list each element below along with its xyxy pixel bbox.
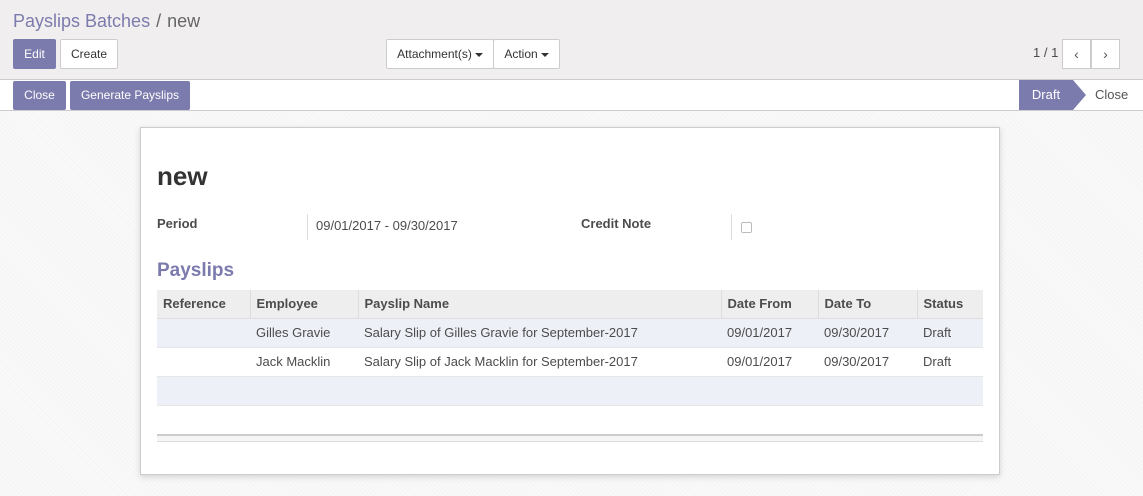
table-header-row: Reference Employee Payslip Name Date Fro… bbox=[157, 290, 983, 319]
cell-status: Draft bbox=[917, 318, 983, 348]
period-value: 09/01/2017 - 09/30/2017 bbox=[316, 218, 458, 233]
record-title: new bbox=[157, 161, 208, 191]
stage-draft[interactable]: Draft bbox=[1019, 80, 1073, 110]
field-divider bbox=[307, 214, 308, 240]
cell-date-to: 09/30/2017 bbox=[818, 347, 917, 377]
attachments-label: Attachment(s) bbox=[397, 47, 472, 61]
generate-payslips-button[interactable]: Generate Payslips bbox=[70, 81, 190, 110]
cell-status: Draft bbox=[917, 347, 983, 377]
statusbar: Close Generate Payslips Draft Close bbox=[0, 79, 1143, 111]
column-header-date-from[interactable]: Date From bbox=[720, 290, 818, 319]
column-header-employee[interactable]: Employee bbox=[249, 290, 358, 319]
pager-previous-button[interactable]: ‹ bbox=[1062, 39, 1091, 69]
cell-payslip-name: Salary Slip of Jack Macklin for Septembe… bbox=[358, 347, 721, 377]
chevron-left-icon: ‹ bbox=[1074, 46, 1079, 62]
cell-employee: Jack Macklin bbox=[250, 347, 358, 377]
attachments-dropdown[interactable]: Attachment(s) bbox=[386, 39, 494, 69]
field-divider bbox=[731, 214, 732, 240]
chevron-right-icon: › bbox=[1103, 46, 1108, 62]
stage-close[interactable]: Close bbox=[1083, 80, 1140, 110]
cell-date-from: 09/01/2017 bbox=[721, 318, 818, 348]
form-sheet: new Period 09/01/2017 - 09/30/2017 Credi… bbox=[140, 127, 1000, 475]
close-batch-button[interactable]: Close bbox=[13, 81, 66, 110]
breadcrumb-parent-link[interactable]: Payslips Batches bbox=[13, 11, 150, 32]
payslips-table: Reference Employee Payslip Name Date Fro… bbox=[157, 290, 983, 406]
pager-next-button[interactable]: › bbox=[1091, 39, 1120, 69]
cell-employee: Gilles Gravie bbox=[250, 318, 358, 348]
column-header-payslip-name[interactable]: Payslip Name bbox=[357, 290, 721, 319]
caret-down-icon bbox=[540, 52, 549, 57]
create-button[interactable]: Create bbox=[60, 39, 118, 69]
column-header-reference[interactable]: Reference bbox=[157, 290, 250, 319]
payslips-section-title: Payslips bbox=[157, 260, 235, 281]
breadcrumb-current: new bbox=[167, 11, 201, 31]
breadcrumb-separator: / bbox=[156, 11, 162, 31]
credit-note-label: Credit Note bbox=[581, 216, 652, 231]
empty-cell bbox=[157, 376, 983, 406]
column-header-date-to[interactable]: Date To bbox=[817, 290, 917, 319]
cell-reference bbox=[157, 347, 250, 377]
pager-value[interactable]: 1 / 1 bbox=[1033, 45, 1058, 60]
caret-down-icon bbox=[474, 52, 483, 57]
table-footer bbox=[157, 434, 983, 442]
credit-note-checkbox[interactable] bbox=[741, 222, 752, 233]
action-dropdown[interactable]: Action bbox=[493, 39, 560, 69]
edit-button[interactable]: Edit bbox=[13, 39, 56, 69]
action-label: Action bbox=[504, 47, 538, 61]
column-header-status[interactable]: Status bbox=[916, 290, 983, 319]
empty-row bbox=[157, 376, 983, 406]
cell-reference bbox=[157, 318, 250, 348]
table-row[interactable]: Jack Macklin Salary Slip of Jack Macklin… bbox=[157, 347, 983, 377]
cell-date-to: 09/30/2017 bbox=[818, 318, 917, 348]
cell-payslip-name: Salary Slip of Gilles Gravie for Septemb… bbox=[358, 318, 721, 348]
table-row[interactable]: Gilles Gravie Salary Slip of Gilles Grav… bbox=[157, 318, 983, 348]
control-panel: Payslips Batches / new Edit Create Attac… bbox=[0, 0, 1143, 80]
cell-date-from: 09/01/2017 bbox=[721, 347, 818, 377]
period-label: Period bbox=[157, 216, 198, 231]
breadcrumb: Payslips Batches / new bbox=[13, 11, 200, 32]
